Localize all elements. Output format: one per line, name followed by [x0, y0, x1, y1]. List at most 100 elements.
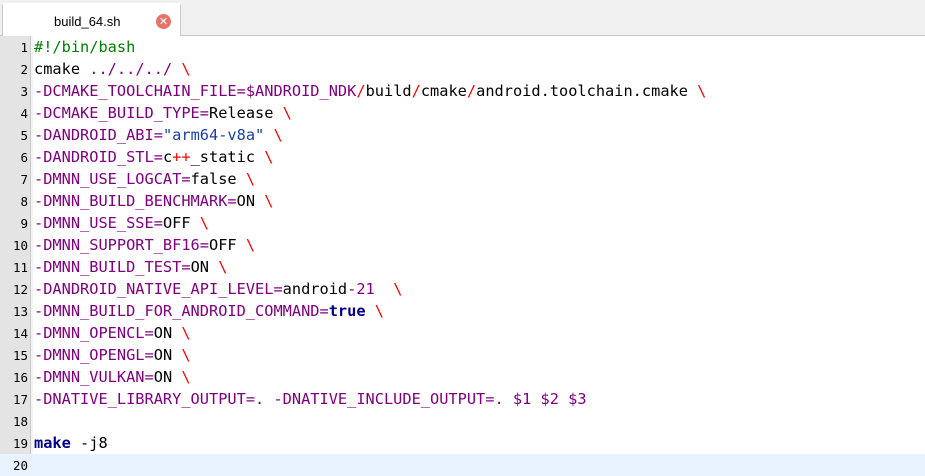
- code-token: cmake: [34, 60, 90, 78]
- code-line[interactable]: 2 cmake ../../../ \: [0, 58, 925, 80]
- code-token: -DMNN_OPENCL=: [34, 324, 154, 342]
- code-text: -DCMAKE_BUILD_TYPE=Release \: [34, 102, 292, 124]
- code-token: \: [264, 148, 274, 166]
- code-token: ON: [153, 346, 182, 364]
- code-token: /: [411, 82, 421, 100]
- code-token: \: [697, 82, 707, 100]
- code-token: /: [356, 82, 366, 100]
- code-line[interactable]: 11 -DMNN_BUILD_TEST=ON \: [0, 256, 925, 278]
- code-text: -DANDROID_STL=c++_static \: [34, 146, 273, 168]
- code-line[interactable]: 6 -DANDROID_STL=c++_static \: [0, 146, 925, 168]
- code-lines[interactable]: 1 #!/bin/bash 2 cmake ../../../ \ 3 -DCMAKE_T…: [0, 36, 925, 476]
- line-number: 17: [12, 392, 28, 407]
- code-token: \: [181, 324, 191, 342]
- tab-bar: build_64.sh ✕: [0, 0, 925, 36]
- code-text: make -j8: [34, 432, 108, 454]
- code-line[interactable]: 18: [0, 410, 925, 432]
- code-token: -DMNN_BUILD_BENCHMARK=: [34, 192, 237, 210]
- code-token: -j8: [70, 434, 108, 452]
- code-token: ++: [172, 148, 191, 166]
- line-number: 19: [12, 436, 28, 451]
- line-number: 18: [12, 414, 28, 429]
- code-token: -DCMAKE_BUILD_TYPE=: [34, 104, 209, 122]
- code-token: -DMNN_VULKAN=: [34, 368, 154, 386]
- line-number: 15: [12, 348, 28, 363]
- code-text: -DANDROID_NATIVE_API_LEVEL=android-21 \: [34, 278, 402, 300]
- line-number: 9: [20, 216, 28, 231]
- code-token: ON: [190, 258, 219, 276]
- code-line[interactable]: 9 -DMNN_USE_SSE=OFF \: [0, 212, 925, 234]
- code-text: cmake ../../../ \: [34, 58, 191, 80]
- code-token: #!/bin/bash: [34, 38, 136, 56]
- code-token: \: [282, 104, 292, 122]
- code-token: \: [218, 258, 228, 276]
- code-token: \: [181, 346, 191, 364]
- code-token: -DMNN_USE_SSE=: [34, 214, 163, 232]
- code-token: \: [393, 280, 403, 298]
- line-number: 5: [20, 128, 28, 143]
- code-token: \: [264, 192, 274, 210]
- line-number: 2: [20, 62, 28, 77]
- line-number: 4: [20, 106, 28, 121]
- code-token: -DMNN_OPENGL=: [34, 346, 154, 364]
- code-token: \: [181, 60, 191, 78]
- code-token: false: [190, 170, 246, 188]
- code-token: OFF: [208, 236, 246, 254]
- code-token: \: [181, 368, 191, 386]
- code-token: -DMNN_SUPPORT_BF16=: [34, 236, 209, 254]
- code-token: OFF: [162, 214, 200, 232]
- code-token: ON: [153, 368, 182, 386]
- code-token: c: [162, 148, 173, 166]
- code-token: -DANDROID_ABI=: [34, 126, 163, 144]
- code-line[interactable]: 4 -DCMAKE_BUILD_TYPE=Release \: [0, 102, 925, 124]
- code-line[interactable]: 14 -DMNN_OPENCL=ON \: [0, 322, 925, 344]
- code-editor[interactable]: 1 #!/bin/bash 2 cmake ../../../ \ 3 -DCMAKE_T…: [0, 36, 925, 476]
- line-number: 7: [20, 172, 28, 187]
- code-token: build: [365, 82, 412, 100]
- code-line[interactable]: 12 -DANDROID_NATIVE_API_LEVEL=android-21 …: [0, 278, 925, 300]
- code-token: -DANDROID_NATIVE_API_LEVEL=: [34, 280, 283, 298]
- line-number: 8: [20, 194, 28, 209]
- line-number: 1: [20, 40, 28, 55]
- code-line[interactable]: 19 make -j8: [0, 432, 925, 454]
- code-text: -DCMAKE_TOOLCHAIN_FILE=$ANDROID_NDK/buil…: [34, 80, 706, 102]
- code-text: -DMNN_SUPPORT_BF16=OFF \: [34, 234, 255, 256]
- code-token: -DCMAKE_TOOLCHAIN_FILE=$ANDROID_NDK: [34, 82, 357, 100]
- code-line[interactable]: 3 -DCMAKE_TOOLCHAIN_FILE=$ANDROID_NDK/bui…: [0, 80, 925, 102]
- code-text: #!/bin/bash: [34, 36, 135, 58]
- code-line[interactable]: 1 #!/bin/bash: [0, 36, 925, 58]
- code-text: -DMNN_BUILD_TEST=ON \: [34, 256, 227, 278]
- code-token: \: [374, 302, 384, 320]
- line-number: 16: [12, 370, 28, 385]
- line-number: 3: [20, 84, 28, 99]
- line-number: 12: [12, 282, 28, 297]
- code-token: ON: [153, 324, 182, 342]
- code-token: /: [466, 82, 477, 100]
- code-line[interactable]: 5 -DANDROID_ABI="arm64-v8a" \: [0, 124, 925, 146]
- code-line[interactable]: 15 -DMNN_OPENGL=ON \: [0, 344, 925, 366]
- code-token: make: [34, 434, 71, 452]
- code-token: ../../../: [89, 60, 173, 78]
- code-text: -DMNN_USE_SSE=OFF \: [34, 212, 209, 234]
- code-line[interactable]: 8 -DMNN_BUILD_BENCHMARK=ON \: [0, 190, 925, 212]
- code-token: cmake: [420, 82, 467, 100]
- tab-label: build_64.sh: [54, 14, 121, 29]
- code-token: Release: [208, 104, 283, 122]
- code-line[interactable]: 16 -DMNN_VULKAN=ON \: [0, 366, 925, 388]
- code-line[interactable]: 20: [0, 454, 925, 476]
- code-line[interactable]: 7 -DMNN_USE_LOGCAT=false \: [0, 168, 925, 190]
- code-text: -DMNN_BUILD_BENCHMARK=ON \: [34, 190, 273, 212]
- tab-build-64-sh[interactable]: build_64.sh ✕: [2, 3, 181, 36]
- code-text: -DMNN_OPENGL=ON \: [34, 344, 191, 366]
- close-icon[interactable]: ✕: [156, 14, 171, 29]
- code-text: -DNATIVE_LIBRARY_OUTPUT=. -DNATIVE_INCLU…: [34, 388, 587, 410]
- code-line[interactable]: 13 -DMNN_BUILD_FOR_ANDROID_COMMAND=true \: [0, 300, 925, 322]
- code-line[interactable]: 17 -DNATIVE_LIBRARY_OUTPUT=. -DNATIVE_INC…: [0, 388, 925, 410]
- line-number: 11: [12, 260, 28, 275]
- line-number: 20: [12, 458, 28, 473]
- code-text: -DANDROID_ABI="arm64-v8a" \: [34, 124, 283, 146]
- code-line[interactable]: 10 -DMNN_SUPPORT_BF16=OFF \: [0, 234, 925, 256]
